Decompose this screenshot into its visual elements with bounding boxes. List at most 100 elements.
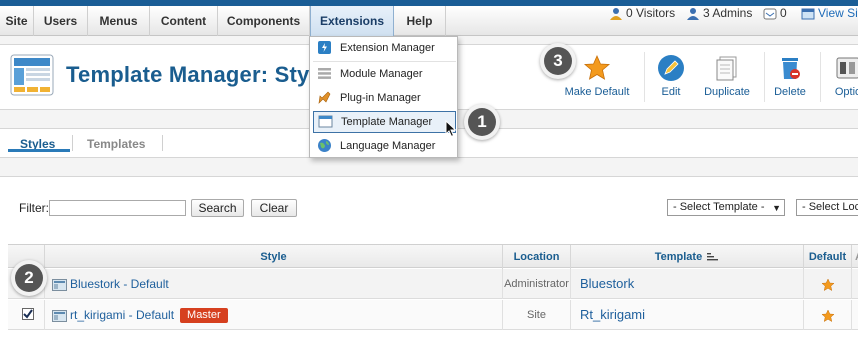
menu-menus[interactable]: Menus — [88, 6, 150, 36]
toolbar-separator — [820, 52, 821, 102]
menu-content[interactable]: Content — [150, 6, 218, 36]
language-manager-label: Language Manager — [340, 140, 436, 152]
style-cell: Bluestork - Default — [45, 269, 503, 299]
header-location[interactable]: Location — [503, 245, 571, 269]
view-site-icon — [801, 8, 815, 20]
select-template-value: - Select Template - — [673, 201, 765, 213]
view-site-label: View Sit — [818, 6, 858, 20]
chevron-down-icon: ▼ — [772, 203, 781, 213]
extension-manager-label: Extension Manager — [340, 42, 435, 54]
row-checkbox-cell — [8, 300, 45, 330]
select-location-dropdown[interactable]: - Select Loc — [796, 199, 858, 216]
make-default-label: Make Default — [564, 86, 630, 98]
toolbar-separator — [644, 52, 645, 102]
template-manager-icon — [10, 54, 54, 96]
sort-icon — [707, 253, 719, 261]
module-manager-icon — [318, 68, 331, 79]
star-icon — [583, 55, 611, 80]
clear-button[interactable]: Clear — [251, 199, 297, 217]
plugin-manager-label: Plug-in Manager — [340, 92, 421, 104]
default-star-icon[interactable] — [820, 278, 835, 292]
language-manager-icon — [318, 139, 331, 152]
checkmark-icon — [23, 309, 33, 319]
menu-extension-manager[interactable]: Extension Manager — [313, 37, 456, 59]
header-default[interactable]: Default — [804, 245, 852, 269]
duplicate-label: Duplicate — [704, 86, 750, 98]
callout-badge-3: 3 — [540, 43, 576, 79]
plugin-manager-icon — [318, 91, 331, 104]
messages-status[interactable]: 0 — [763, 6, 787, 21]
active-tab-indicator — [8, 149, 70, 152]
style-cell: rt_kirigami - Default Master — [45, 300, 503, 330]
callout-number-2: 2 — [15, 264, 43, 292]
menu-template-manager[interactable]: Template Manager — [313, 111, 456, 133]
duplicate-button[interactable]: Duplicate — [700, 50, 754, 102]
admins-count: 3 Admins — [703, 6, 753, 20]
template-manager-menu-icon — [318, 115, 333, 128]
default-cell — [804, 300, 852, 330]
select-location-value: - Select Loc — [802, 201, 858, 213]
template-cell: Bluestork — [571, 269, 804, 299]
options-label: Optio — [834, 86, 858, 98]
template-link[interactable]: Bluestork — [580, 276, 634, 291]
menu-site[interactable]: Site — [0, 6, 34, 36]
style-link[interactable]: Bluestork - Default — [70, 277, 169, 291]
template-manager-label: Template Manager — [341, 116, 433, 128]
admins-status[interactable]: 3 Admins — [686, 6, 752, 21]
header-style[interactable]: Style — [45, 245, 503, 269]
callout-badge-2: 2 — [11, 260, 47, 296]
messages-count: 0 — [780, 6, 787, 20]
default-cell — [804, 269, 852, 299]
location-cell: Site — [503, 300, 571, 330]
extensions-dropdown-menu: Extension Manager Module Manager Plug-in… — [309, 36, 458, 158]
row-checkbox[interactable] — [22, 308, 34, 320]
header-extra[interactable]: As — [852, 245, 858, 269]
table-header: Style Location Template Default As — [8, 244, 858, 269]
table-row: rt_kirigami - Default Master Site Rt_kiri… — [8, 300, 858, 330]
style-link[interactable]: rt_kirigami - Default — [70, 308, 174, 322]
menu-extensions[interactable]: Extensions — [310, 6, 394, 36]
select-template-dropdown[interactable]: - Select Template - ▼ — [667, 199, 785, 216]
menu-help[interactable]: Help — [394, 6, 446, 36]
toolbar-separator — [764, 52, 765, 102]
filter-input[interactable] — [49, 200, 186, 216]
filter-label: Filter: — [19, 201, 49, 215]
delete-label: Delete — [774, 86, 806, 98]
page-title: Template Manager: Styl — [66, 62, 316, 87]
mouse-cursor-icon — [445, 120, 457, 138]
master-badge: Master — [180, 308, 228, 324]
view-site-link[interactable]: View Sit — [801, 6, 858, 21]
table-row: Bluestork - Default Administrator Bluest… — [8, 269, 858, 299]
template-thumbnail-icon — [52, 278, 67, 291]
header-template-label: Template — [654, 251, 703, 263]
tab-separator — [162, 135, 163, 151]
edit-button[interactable]: Edit — [652, 50, 690, 102]
menu-users[interactable]: Users — [34, 6, 88, 36]
callout-number-3: 3 — [544, 47, 572, 75]
main-menu-bar: Site Users Menus Content Components Exte… — [0, 6, 858, 36]
menu-module-manager[interactable]: Module Manager — [313, 63, 456, 85]
module-manager-label: Module Manager — [340, 68, 423, 80]
options-icon — [836, 57, 858, 79]
edit-pencil-icon — [658, 55, 684, 81]
search-button[interactable]: Search — [191, 199, 244, 217]
duplicate-icon — [716, 56, 737, 81]
menu-language-manager[interactable]: Language Manager — [313, 135, 456, 157]
template-cell: Rt_kirigami — [571, 300, 804, 330]
edit-label: Edit — [661, 86, 681, 98]
admins-icon — [687, 7, 699, 20]
tab-templates[interactable]: Templates — [87, 137, 145, 151]
extension-manager-icon — [318, 41, 331, 54]
delete-button[interactable]: Delete — [772, 50, 808, 102]
messages-icon — [763, 8, 777, 20]
location-cell: Administrator — [503, 269, 571, 299]
tab-separator — [72, 135, 73, 151]
menu-components[interactable]: Components — [218, 6, 310, 36]
template-link[interactable]: Rt_kirigami — [580, 307, 645, 322]
header-template[interactable]: Template — [571, 245, 804, 269]
visitors-status[interactable]: 0 Visitors — [609, 6, 675, 21]
options-button[interactable]: Optio — [828, 50, 858, 102]
default-star-icon[interactable] — [820, 309, 835, 323]
callout-number-1: 1 — [468, 108, 496, 136]
menu-plugin-manager[interactable]: Plug-in Manager — [313, 87, 456, 109]
